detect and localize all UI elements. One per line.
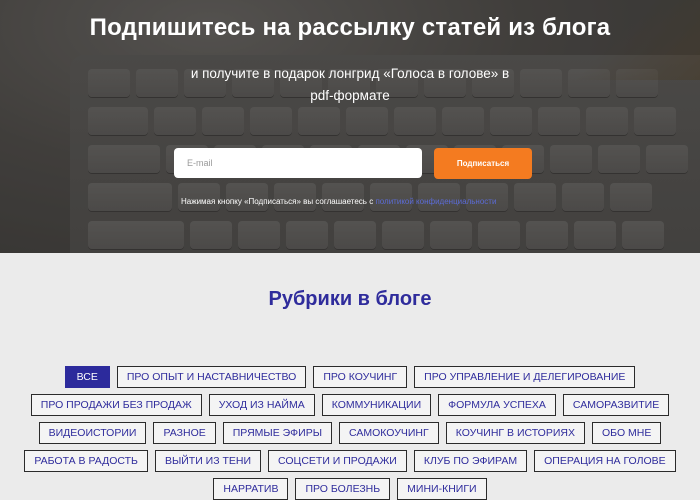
- subscribe-title: Подпишитесь на рассылку статей из блога: [89, 14, 611, 41]
- subscribe-button[interactable]: Подписаться: [434, 148, 532, 179]
- rubric-tag[interactable]: ОБО МНЕ: [592, 422, 662, 444]
- rubric-tag[interactable]: ПРЯМЫЕ ЭФИРЫ: [222, 422, 332, 444]
- consent-note: Нажимая кнопку «Подписаться» вы соглашае…: [181, 197, 496, 206]
- rubric-tag[interactable]: КОММУНИКАЦИИ: [321, 394, 432, 416]
- subscribe-subtitle: и получите в подарок лонгрид «Голоса в г…: [190, 66, 510, 103]
- rubric-tag[interactable]: ПРО УПРАВЛЕНИЕ И ДЕЛЕГИРОВАНИЕ: [414, 366, 636, 388]
- rubric-tag-row: НАРРАТИВ ПРО БОЛЕЗНЬ МИНИ-КНИГИ: [0, 478, 700, 500]
- rubric-tag[interactable]: ВСЕ: [64, 366, 110, 388]
- rubric-tag[interactable]: КЛУБ ПО ЭФИРАМ: [413, 450, 528, 472]
- rubric-tag[interactable]: УХОД ИЗ НАЙМА: [208, 394, 315, 416]
- rubric-tag-list: ВСЕ ПРО ОПЫТ И НАСТАВНИЧЕСТВО ПРО КОУЧИНГ П…: [0, 366, 700, 500]
- rubric-tag[interactable]: ОПЕРАЦИЯ НА ГОЛОВЕ: [534, 450, 676, 472]
- rubric-tag[interactable]: КОУЧИНГ В ИСТОРИЯХ: [445, 422, 585, 444]
- rubric-tag[interactable]: РАЗНОЕ: [153, 422, 216, 444]
- rubric-tag[interactable]: ВЫЙТИ ИЗ ТЕНИ: [154, 450, 262, 472]
- rubric-tag-row: ВСЕ ПРО ОПЫТ И НАСТАВНИЧЕСТВО ПРО КОУЧИНГ П…: [0, 366, 700, 388]
- rubric-tag-row: РАБОТА В РАДОСТЬ ВЫЙТИ ИЗ ТЕНИ СОЦСЕТИ И П…: [0, 450, 700, 472]
- rubric-tag-row: ПРО ПРОДАЖИ БЕЗ ПРОДАЖ УХОД ИЗ НАЙМА КОММУ…: [0, 394, 700, 416]
- rubric-tag[interactable]: НАРРАТИВ: [213, 478, 289, 500]
- consent-text: Нажимая кнопку «Подписаться» вы соглашае…: [181, 197, 374, 206]
- rubric-tag[interactable]: ПРО ПРОДАЖИ БЕЗ ПРОДАЖ: [30, 394, 202, 416]
- rubric-tag[interactable]: САМОРАЗВИТИЕ: [562, 394, 670, 416]
- rubric-tag[interactable]: САМОКОУЧИНГ: [339, 422, 439, 444]
- rubrics-title: Рубрики в блоге: [268, 288, 432, 310]
- rubric-tag[interactable]: ФОРМУЛА УСПЕХА: [438, 394, 556, 416]
- rubric-tag[interactable]: ПРО БОЛЕЗНЬ: [295, 478, 391, 500]
- rubric-tag[interactable]: МИНИ-КНИГИ: [397, 478, 487, 500]
- rubric-tag[interactable]: ПРО КОУЧИНГ: [313, 366, 408, 388]
- rubric-tag[interactable]: СОЦСЕТИ И ПРОДАЖИ: [268, 450, 407, 472]
- rubric-tag[interactable]: ВИДЕОИСТОРИИ: [38, 422, 147, 444]
- subscribe-hero: Подпишитесь на рассылку статей из блога …: [0, 0, 700, 253]
- rubric-tag[interactable]: РАБОТА В РАДОСТЬ: [24, 450, 148, 472]
- email-field[interactable]: [174, 148, 422, 178]
- privacy-policy-link[interactable]: политикой конфиденциальности: [375, 197, 496, 206]
- rubric-tag[interactable]: ПРО ОПЫТ И НАСТАВНИЧЕСТВО: [116, 366, 307, 388]
- rubric-tag-row: ВИДЕОИСТОРИИ РАЗНОЕ ПРЯМЫЕ ЭФИРЫ САМОКОУЧИН…: [0, 422, 700, 444]
